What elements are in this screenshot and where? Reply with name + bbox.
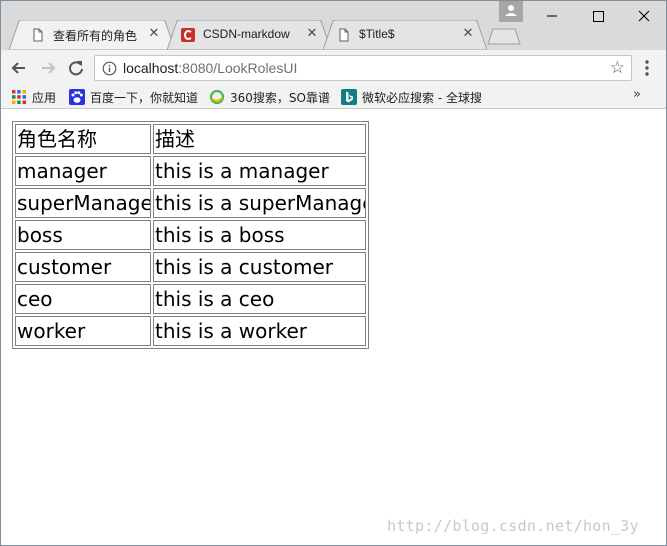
table-cell: superManage <box>15 188 151 218</box>
person-icon <box>505 5 517 16</box>
table-cell: customer <box>15 252 151 282</box>
tab-active[interactable]: 查看所有的角色 ✕ <box>9 20 175 50</box>
info-icon[interactable] <box>102 61 117 76</box>
bookmark-baidu[interactable]: 百度一下，你就知道 <box>69 88 204 106</box>
bookmark-star-icon[interactable]: ☆ <box>610 59 625 77</box>
reload-icon[interactable] <box>63 55 89 81</box>
bookmark-360[interactable]: 360搜索，SO靠谱 <box>209 88 335 106</box>
table-cell: boss <box>15 220 151 250</box>
address-bar[interactable]: localhost:8080/LookRolesUI ☆ <box>94 55 632 81</box>
table-header-row: 角色名称 描述 <box>15 124 366 154</box>
table-row: manager this is a manager <box>15 156 366 186</box>
roles-table-body: 角色名称 描述 manager this is a manager superManag… <box>15 124 366 346</box>
minimize-icon[interactable] <box>529 1 575 31</box>
tab-strip: 查看所有的角色 ✕ CSDN-markdow ✕ $Title$ ✕ <box>1 1 666 50</box>
close-tab-icon[interactable]: ✕ <box>461 27 475 41</box>
table-cell: this is a superManage <box>153 188 366 218</box>
document-icon <box>339 28 349 42</box>
table-row: ceo this is a ceo <box>15 284 366 314</box>
roles-table: 角色名称 描述 manager this is a manager superManag… <box>12 121 369 349</box>
table-row: boss this is a boss <box>15 220 366 250</box>
back-arrow-icon[interactable] <box>6 55 32 81</box>
tab-title: 查看所有的角色 <box>53 29 138 43</box>
close-tab-icon[interactable]: ✕ <box>147 27 161 41</box>
bookmark-label: 360搜索，SO靠谱 <box>230 91 330 105</box>
close-window-icon[interactable] <box>621 1 667 31</box>
table-cell: ceo <box>15 284 151 314</box>
watermark: http://blog.csdn.net/hon_3y <box>387 517 639 535</box>
table-cell: this is a worker <box>153 316 366 346</box>
bookmark-apps[interactable]: 应用 <box>11 88 61 106</box>
baidu-paw-icon <box>69 89 85 105</box>
new-tab-button[interactable] <box>487 28 521 45</box>
browser-window: 查看所有的角色 ✕ CSDN-markdow ✕ $Title$ ✕ local… <box>0 0 667 546</box>
apps-grid-icon <box>12 90 26 104</box>
document-icon <box>33 28 43 42</box>
bing-icon <box>341 89 357 105</box>
bookmark-label: 应用 <box>32 91 57 105</box>
table-cell: this is a boss <box>153 220 366 250</box>
menu-icon[interactable] <box>640 58 654 78</box>
close-tab-icon[interactable]: ✕ <box>305 27 319 41</box>
table-cell: worker <box>15 316 151 346</box>
tab-title: CSDN-markdow <box>203 27 290 41</box>
bookmark-label: 百度一下，你就知道 <box>90 91 199 105</box>
table-row: customer this is a customer <box>15 252 366 282</box>
bookmark-label: 微软必应搜索 - 全球搜 <box>362 91 481 105</box>
tab-title: $Title$ <box>359 27 395 41</box>
table-row: worker this is a worker <box>15 316 366 346</box>
360-search-icon <box>209 89 225 105</box>
tab-title-placeholder[interactable]: $Title$ ✕ <box>323 20 487 50</box>
tab-csdn[interactable]: CSDN-markdow ✕ <box>167 20 331 50</box>
table-header-cell: 角色名称 <box>15 124 151 154</box>
page-content: 角色名称 描述 manager this is a manager superManag… <box>1 110 666 545</box>
url-host: localhost <box>123 60 179 76</box>
profile-button[interactable] <box>499 1 523 22</box>
table-header-cell: 描述 <box>153 124 366 154</box>
table-cell: this is a ceo <box>153 284 366 314</box>
table-row: superManage this is a superManage <box>15 188 366 218</box>
url-path: :8080/LookRolesUI <box>178 60 298 76</box>
table-cell: manager <box>15 156 151 186</box>
bookmark-bing[interactable]: 微软必应搜索 - 全球搜 <box>341 88 481 106</box>
csdn-logo-icon <box>181 28 195 42</box>
bookmarks-overflow-icon[interactable]: » <box>633 87 641 102</box>
url-text: localhost:8080/LookRolesUI <box>123 60 297 76</box>
forward-arrow-icon[interactable] <box>35 55 61 81</box>
table-cell: this is a manager <box>153 156 366 186</box>
bookmarks-bar: 应用 百度一下，你就知道 360搜索，SO靠谱 微软必应搜索 - 全球搜 <box>1 85 666 109</box>
table-cell: this is a customer <box>153 252 366 282</box>
maximize-icon[interactable] <box>575 1 621 31</box>
